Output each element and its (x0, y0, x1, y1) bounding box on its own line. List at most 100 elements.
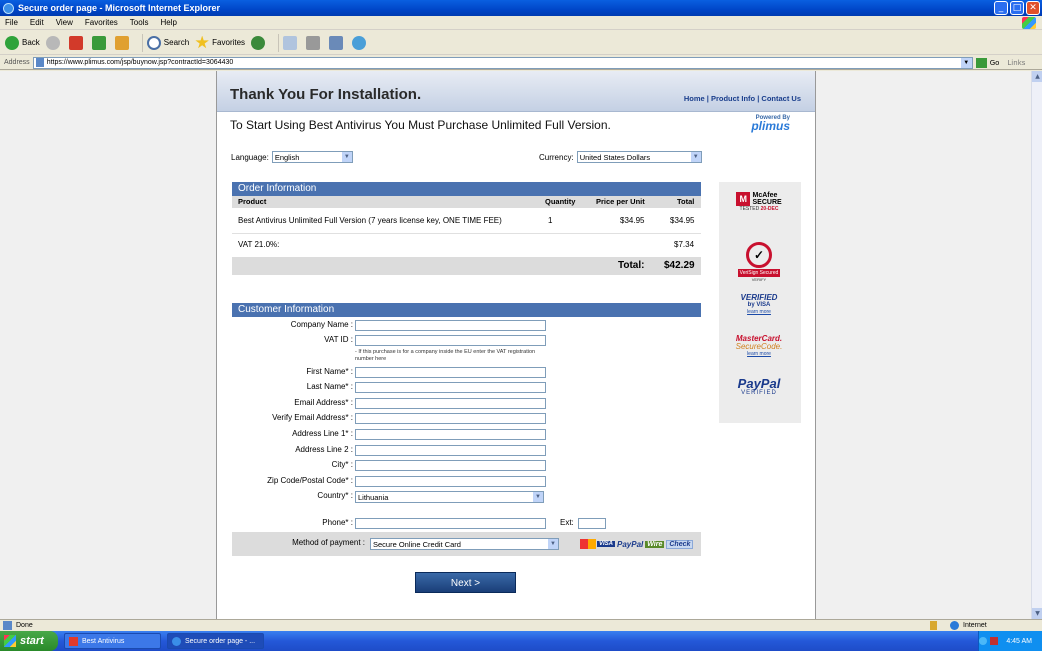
nav-product-info-link[interactable]: Product Info (711, 94, 755, 103)
vat-id-input[interactable] (355, 335, 546, 346)
messenger-button[interactable] (352, 35, 369, 50)
forward-arrow-icon (45, 35, 60, 50)
mail-button[interactable] (283, 35, 300, 50)
minimize-button[interactable]: _ (994, 1, 1008, 15)
zip-row: Zip Code/Postal Code* : (217, 475, 686, 489)
country-selected: Lithuania (358, 492, 389, 502)
menu-file[interactable]: File (5, 18, 18, 27)
mcafee-date: 20-DEC (760, 206, 779, 212)
vat-note: - If this purchase is for a company insi… (355, 349, 536, 362)
stop-button[interactable] (68, 35, 86, 50)
links-button[interactable]: Links (1007, 59, 1025, 67)
mcafee-shield-icon: M (736, 192, 751, 206)
company-input[interactable] (355, 320, 546, 331)
menu-tools[interactable]: Tools (130, 18, 149, 27)
task-label: Secure order page - ... (185, 637, 256, 645)
company-field-row: Company Name : (217, 319, 686, 333)
mcafee-secure-seal[interactable]: M McAfee SECURE TESTED 20-DEC (727, 192, 791, 212)
mcafee-name: McAfee (752, 192, 778, 199)
phone-input[interactable] (355, 518, 546, 529)
ext-input[interactable] (578, 518, 606, 529)
edit-icon (329, 35, 344, 50)
page-done-icon (3, 621, 12, 630)
plimus-logo[interactable]: Powered By plimus (751, 115, 790, 132)
first-name-row: First Name* : (217, 366, 686, 380)
window-title-bar[interactable]: Secure order page - Microsoft Internet E… (0, 0, 1042, 16)
verified-by-visa-seal[interactable]: VERIFIED by VISA learn more (727, 294, 791, 316)
vbv-learn-more-link[interactable]: learn more (727, 309, 791, 315)
currency-select[interactable]: United States Dollars ▼ (576, 151, 702, 163)
payment-select[interactable]: Secure Online Credit Card ▼ (370, 538, 559, 550)
address-label: Address (4, 59, 30, 66)
address2-label: Address Line 2 : (295, 445, 353, 454)
zip-input[interactable] (355, 476, 546, 487)
chevron-down-icon: ▼ (533, 492, 543, 502)
edit-button[interactable] (329, 35, 346, 50)
last-name-input[interactable] (355, 382, 546, 393)
back-label: Back (22, 38, 40, 47)
address-url: https://www.plimus.com/jsp/buynow.jsp?co… (46, 59, 234, 66)
browser-viewport: Thank You For Installation. Home | Produ… (0, 71, 1042, 619)
item-price: $34.95 (620, 216, 645, 225)
vertical-scrollbar[interactable]: ▲ ▼ (1031, 71, 1042, 619)
padlock-icon[interactable] (930, 621, 937, 630)
status-bar: Done Internet (0, 619, 1042, 631)
scroll-up-arrow[interactable]: ▲ (1032, 71, 1042, 82)
back-button[interactable]: Back (5, 35, 40, 50)
country-select[interactable]: Lithuania ▼ (355, 491, 544, 503)
start-button[interactable]: start (0, 631, 58, 651)
mc-learn-more-link[interactable]: learn more (727, 351, 791, 357)
total-value: $42.29 (664, 260, 695, 271)
nav-home-link[interactable]: Home (684, 94, 705, 103)
taskbar-item-secure-order[interactable]: Secure order page - ... (167, 633, 264, 649)
windows-logo-icon (1022, 17, 1036, 29)
network-tray-icon[interactable] (979, 637, 988, 645)
page-header: Thank You For Installation. Home | Produ… (217, 71, 815, 112)
go-button[interactable]: Go (975, 57, 1000, 68)
internet-zone-icon (950, 621, 959, 630)
zip-label: Zip Code/Postal Code* : (267, 476, 353, 485)
address-dropdown-arrow[interactable]: ▼ (960, 57, 972, 68)
first-name-input[interactable] (355, 367, 546, 378)
favorites-button[interactable]: Favorites (195, 35, 245, 50)
printer-icon (306, 35, 321, 50)
nav-contact-us-link[interactable]: Contact Us (761, 94, 801, 103)
clock: 4:45 AM (1006, 637, 1032, 645)
language-select[interactable]: English ▼ (271, 151, 353, 163)
next-button[interactable]: Next > (415, 572, 516, 593)
taskbar-item-best-antivirus[interactable]: Best Antivirus (64, 633, 161, 649)
maximize-button[interactable]: □ (1010, 1, 1024, 15)
zone-text: Internet (963, 622, 987, 629)
menu-favorites[interactable]: Favorites (85, 18, 118, 27)
address-input[interactable]: https://www.plimus.com/jsp/buynow.jsp?co… (32, 56, 973, 69)
verify-email-input[interactable] (355, 413, 546, 424)
payment-method-row: Method of payment : Secure Online Credit… (232, 532, 701, 556)
vat-row: VAT 21.0%: $7.34 (232, 240, 701, 254)
forward-button[interactable] (45, 35, 63, 50)
scroll-down-arrow[interactable]: ▼ (1032, 608, 1042, 619)
home-button[interactable] (114, 35, 132, 50)
address2-input[interactable] (355, 445, 546, 456)
vat-id-field-row: VAT ID : (217, 334, 686, 348)
address1-input[interactable] (355, 429, 546, 440)
close-button[interactable]: ✕ (1026, 1, 1040, 15)
mastercard-securecode-seal[interactable]: MasterCard. SecureCode. learn more (727, 335, 791, 358)
stop-icon (68, 35, 83, 50)
menu-edit[interactable]: Edit (30, 18, 44, 27)
search-button[interactable]: Search (146, 35, 189, 50)
paypal-verified-seal[interactable]: PayPal VERIFIED (727, 377, 791, 397)
city-input[interactable] (355, 460, 546, 471)
last-name-label: Last Name* : (306, 382, 353, 391)
go-label: Go (989, 58, 1000, 67)
menu-view[interactable]: View (56, 18, 73, 27)
paypal-logo: PayPal (617, 539, 644, 549)
print-button[interactable] (306, 35, 323, 50)
window-title: Secure order page - Microsoft Internet E… (18, 3, 221, 13)
menu-help[interactable]: Help (160, 18, 176, 27)
refresh-button[interactable] (91, 35, 109, 50)
verisign-seal[interactable]: ✓ VeriSign Secured VERIFY (727, 242, 791, 282)
col-total: Total (677, 197, 695, 206)
email-input[interactable] (355, 398, 546, 409)
history-button[interactable] (251, 35, 268, 50)
antivirus-tray-icon[interactable] (990, 637, 999, 645)
